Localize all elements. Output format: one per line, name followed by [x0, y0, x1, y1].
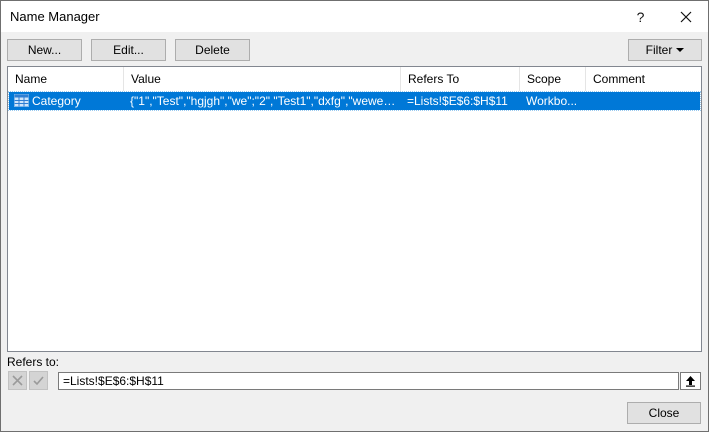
column-header-comment[interactable]: Comment	[586, 67, 701, 91]
close-button[interactable]: Close	[627, 402, 701, 424]
cancel-x-icon	[12, 375, 23, 386]
table-row[interactable]: Category {"1","Test","hgjgh","we";"2","T…	[8, 91, 701, 111]
edit-button-label: Edit...	[113, 43, 144, 57]
dialog-title: Name Manager	[10, 9, 100, 24]
row-scope: Workbo...	[526, 94, 578, 108]
column-header-value[interactable]: Value	[124, 67, 401, 91]
confirm-edit-button[interactable]	[29, 371, 48, 390]
close-button-label: Close	[648, 406, 680, 420]
dropdown-arrow-icon	[676, 47, 685, 52]
list-header: Name Value Refers To Scope Comment	[8, 67, 701, 91]
refers-to-input[interactable]: =Lists!$E$6:$H$11	[58, 372, 679, 390]
row-refers-to: =Lists!$E$6:$H$11	[407, 94, 508, 108]
column-header-name[interactable]: Name	[8, 67, 124, 91]
column-header-scope[interactable]: Scope	[520, 67, 586, 91]
filter-button[interactable]: Filter	[628, 39, 702, 61]
row-comment	[592, 92, 697, 110]
refers-to-label: Refers to:	[7, 355, 60, 369]
delete-button-label: Delete	[195, 43, 230, 57]
close-icon	[680, 11, 691, 22]
row-name: Category	[32, 94, 81, 108]
filter-button-label: Filter	[645, 43, 673, 57]
help-button[interactable]: ?	[618, 1, 663, 32]
names-list[interactable]: Name Value Refers To Scope Comment Categ…	[7, 66, 702, 352]
table-grid-icon	[14, 94, 29, 110]
collapse-dialog-button[interactable]	[680, 372, 701, 390]
edit-button[interactable]: Edit...	[91, 39, 166, 61]
row-value: {"1","Test","hgjgh","we";"2","Test1","dx…	[130, 94, 396, 108]
close-window-button[interactable]	[663, 1, 708, 32]
title-bar: Name Manager ?	[1, 1, 708, 32]
new-button[interactable]: New...	[7, 39, 82, 61]
checkmark-icon	[33, 376, 44, 386]
column-header-refers-to[interactable]: Refers To	[401, 67, 520, 91]
name-manager-dialog: Name Manager ? New... Edit... Delete Fil…	[0, 0, 709, 432]
upload-arrow-icon	[686, 376, 695, 387]
delete-button[interactable]: Delete	[175, 39, 250, 61]
cancel-edit-button[interactable]	[8, 371, 27, 390]
new-button-label: New...	[27, 43, 62, 57]
